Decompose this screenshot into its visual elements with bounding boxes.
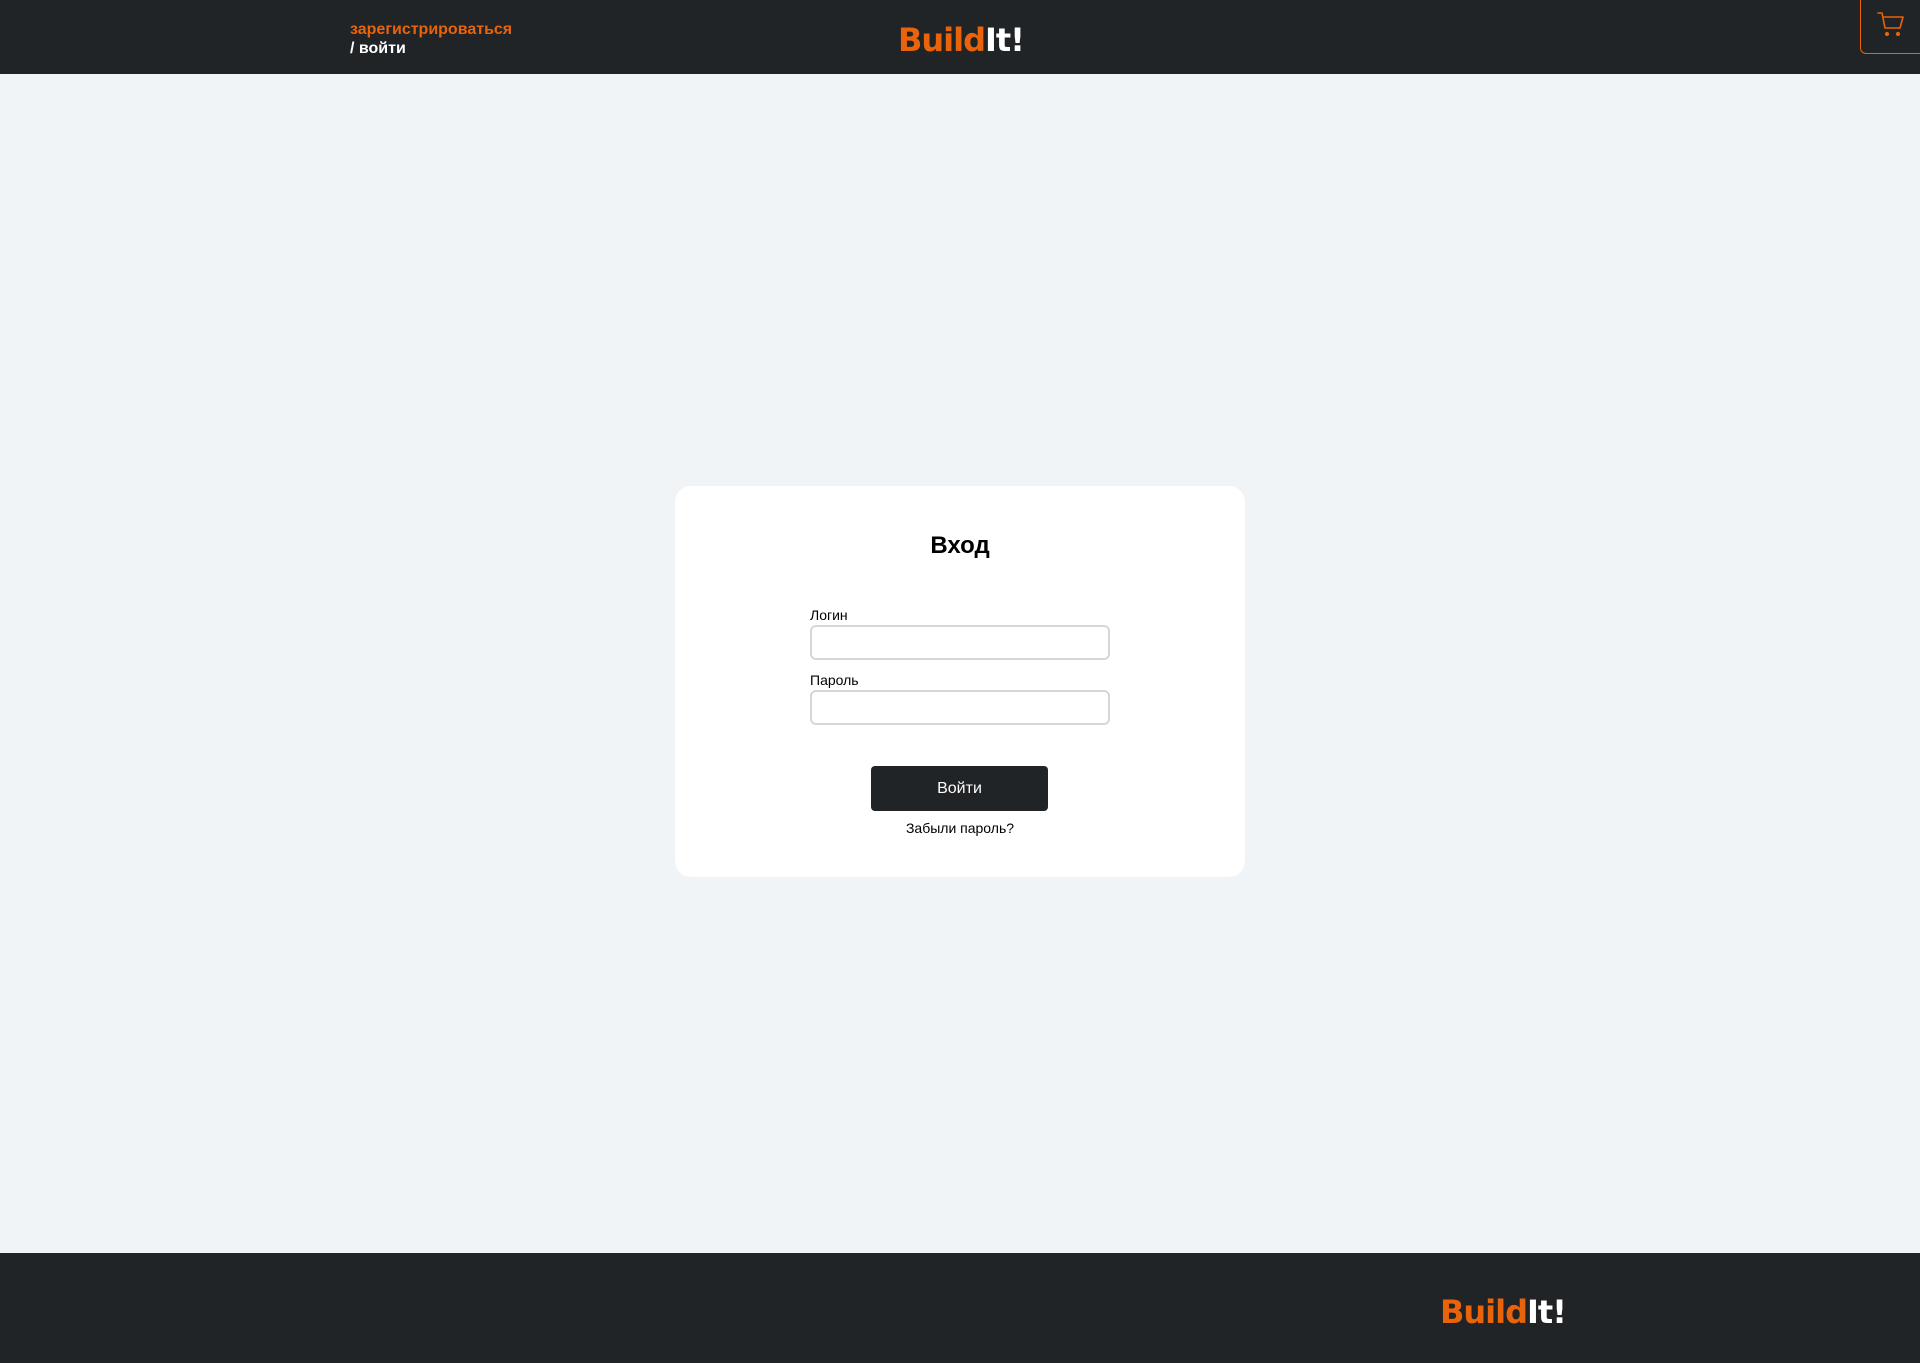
login-submit-button[interactable]: Войти — [871, 766, 1048, 811]
cart-button[interactable] — [1860, 0, 1920, 54]
logo-build-text: Build — [898, 21, 986, 59]
logo-it-text: It! — [985, 21, 1025, 59]
login-field[interactable] — [810, 625, 1110, 660]
login-field-label: Логин — [810, 607, 848, 623]
password-field-label: Пароль — [810, 672, 859, 688]
header-logo[interactable]: BuildIt! — [898, 20, 1025, 60]
header: зарегистрироваться / войти BuildIt! — [0, 0, 1920, 74]
login-link[interactable]: / войти — [350, 39, 512, 58]
footer-logo-build-text: Build — [1440, 1293, 1528, 1331]
footer: BuildIt! — [0, 1253, 1920, 1363]
page: зарегистрироваться / войти BuildIt! Вход… — [0, 0, 1920, 1363]
login-card: Вход Логин Пароль Войти Забыли пароль? — [675, 486, 1245, 877]
cart-icon — [1876, 10, 1906, 43]
forgot-password-link[interactable]: Забыли пароль? — [675, 820, 1245, 836]
footer-logo-it-text: It! — [1527, 1293, 1567, 1331]
footer-logo[interactable]: BuildIt! — [1440, 1292, 1567, 1332]
register-link[interactable]: зарегистрироваться — [350, 20, 512, 39]
password-field[interactable] — [810, 690, 1110, 725]
auth-links: зарегистрироваться / войти — [350, 20, 512, 58]
login-title: Вход — [930, 532, 990, 559]
